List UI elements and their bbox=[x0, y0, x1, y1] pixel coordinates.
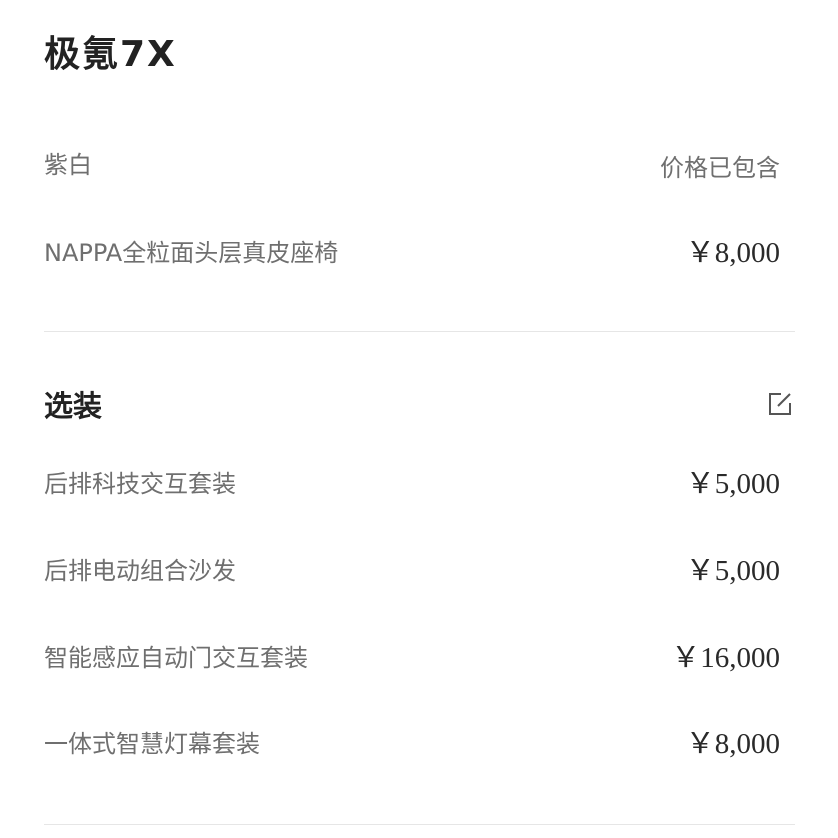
option-price: ￥5,000 bbox=[685, 555, 780, 587]
option-row: 后排科技交互套装 ￥5,000 bbox=[44, 463, 780, 500]
edit-icon[interactable] bbox=[766, 390, 794, 418]
config-row-color: 紫白 价格已包含 bbox=[44, 144, 780, 182]
edit-icon-graphic bbox=[769, 393, 791, 415]
section-divider bbox=[44, 824, 795, 825]
option-row: 一体式智慧灯幕套装 ￥8,000 bbox=[44, 723, 780, 760]
option-label: 后排科技交互套装 bbox=[44, 469, 236, 498]
section-divider bbox=[44, 331, 795, 332]
option-price: ￥5,000 bbox=[685, 468, 780, 500]
option-row: 后排电动组合沙发 ￥5,000 bbox=[44, 550, 780, 587]
option-price: ￥8,000 bbox=[685, 728, 780, 760]
config-value: 价格已包含 bbox=[660, 153, 780, 182]
page-title: 极氪7X bbox=[44, 34, 177, 75]
option-label: 一体式智慧灯幕套装 bbox=[44, 729, 260, 758]
config-label: NAPPA全粒面头层真皮座椅 bbox=[44, 238, 339, 267]
options-section-title: 选装 bbox=[44, 389, 103, 423]
config-price: ￥8,000 bbox=[685, 237, 780, 269]
option-price: ￥16,000 bbox=[671, 642, 780, 674]
order-summary-page: 极氪7X 紫白 价格已包含 NAPPA全粒面头层真皮座椅 ￥8,000 选装 后… bbox=[0, 0, 838, 838]
option-label: 后排电动组合沙发 bbox=[44, 556, 236, 585]
options-section-header: 选装 bbox=[44, 382, 794, 426]
config-label: 紫白 bbox=[44, 150, 92, 179]
option-label: 智能感应自动门交互套装 bbox=[44, 643, 308, 672]
config-row-seats: NAPPA全粒面头层真皮座椅 ￥8,000 bbox=[44, 232, 780, 269]
option-row: 智能感应自动门交互套装 ￥16,000 bbox=[44, 637, 780, 674]
